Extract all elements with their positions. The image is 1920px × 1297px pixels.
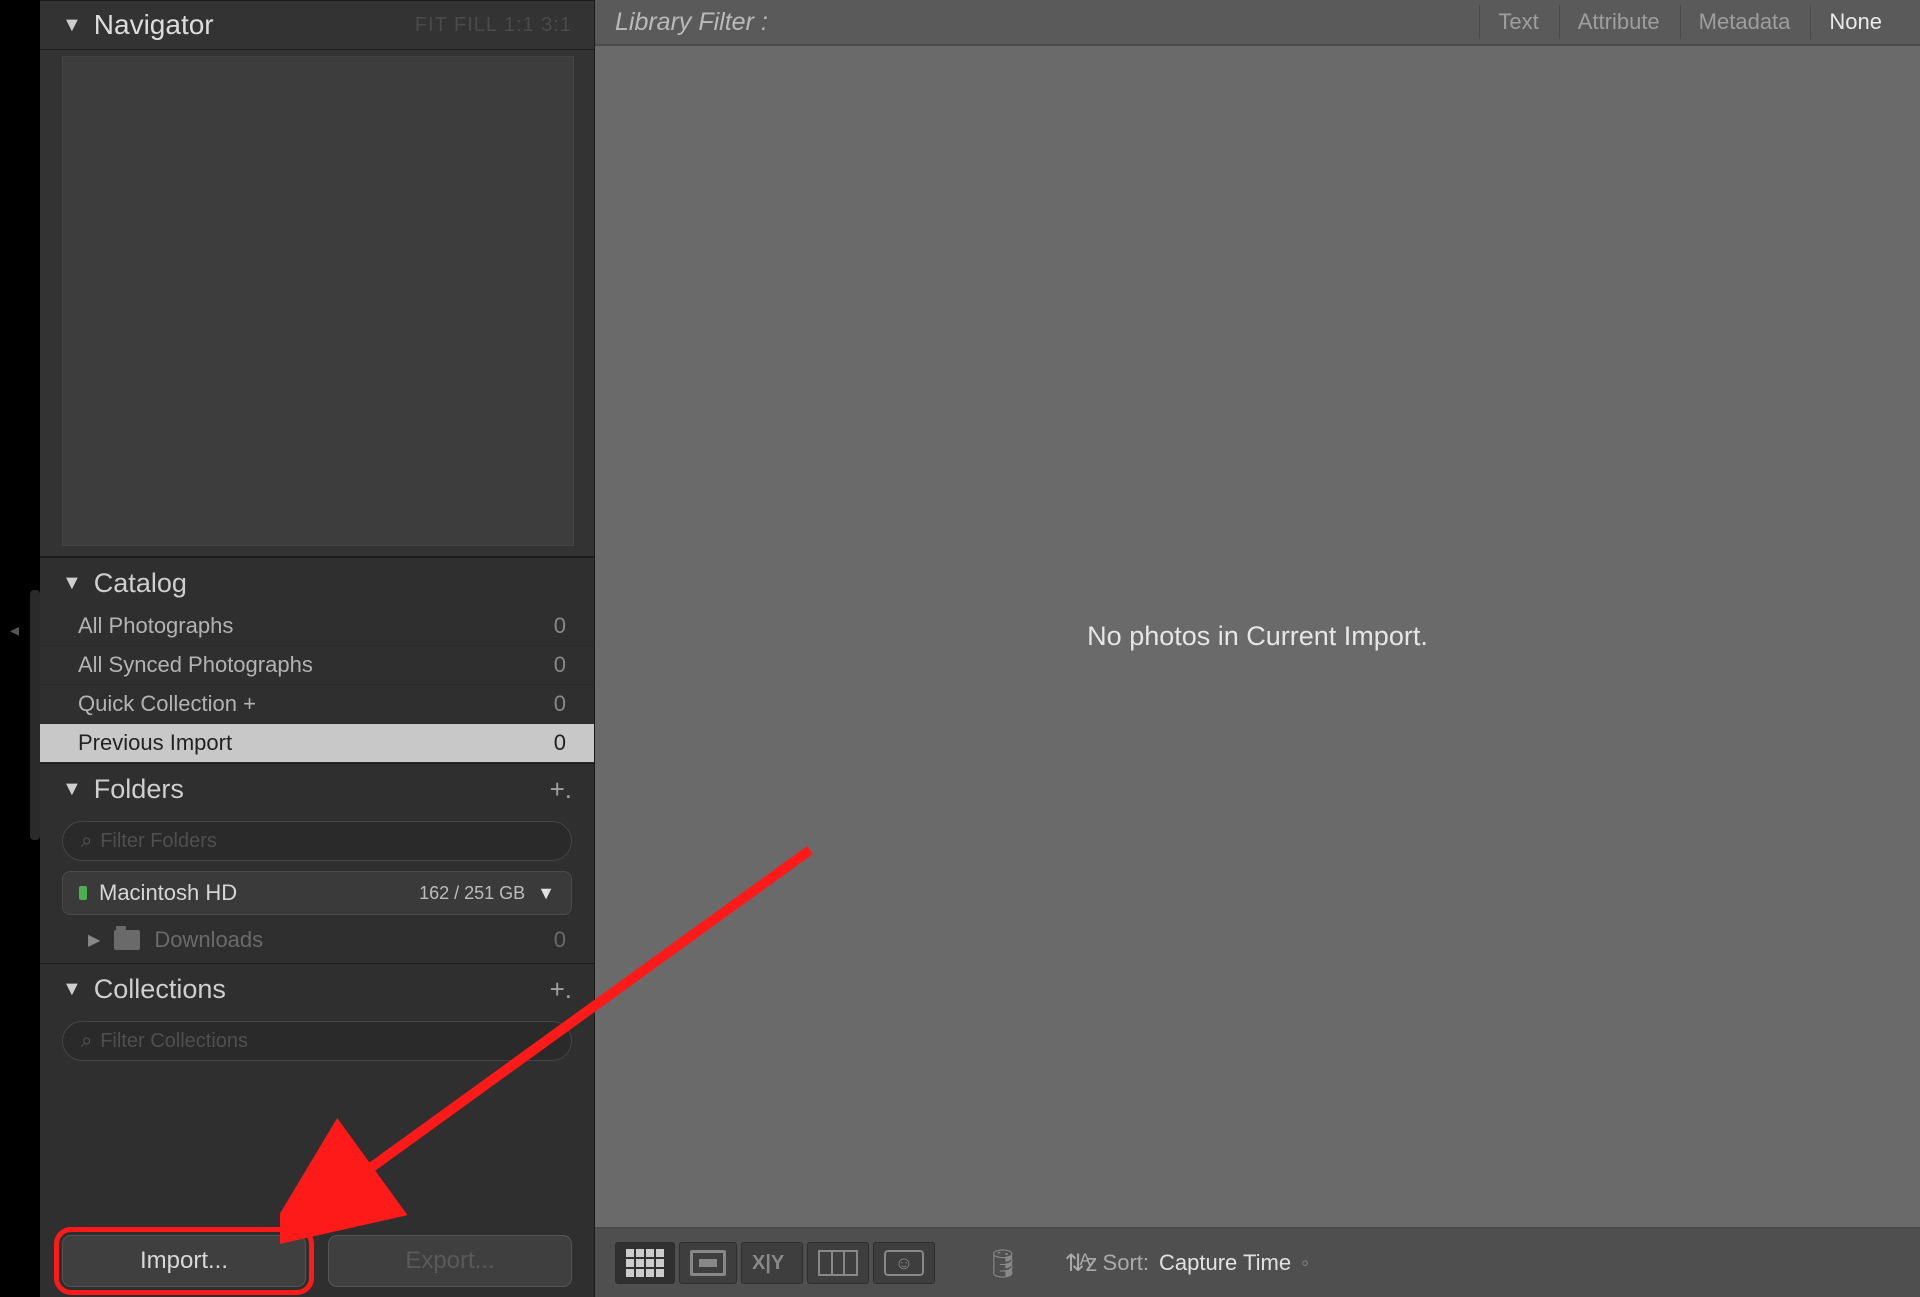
export-button-label: Export... <box>405 1247 494 1275</box>
catalog-item-count: 0 <box>554 613 566 639</box>
painter-tool-button[interactable]: 🛢 <box>975 1242 1031 1284</box>
volume-menu-icon[interactable]: ▼ <box>537 883 555 904</box>
catalog-item-count: 0 <box>554 730 566 756</box>
survey-view-button[interactable] <box>807 1242 869 1284</box>
collections-panel: ▼ Collections +. ⌕ Filter Collections <box>40 963 594 1071</box>
catalog-item-label: Quick Collection + <box>78 691 256 717</box>
filter-placeholder: Filter Collections <box>100 1030 248 1053</box>
people-view-button[interactable]: ☺ <box>873 1242 935 1284</box>
empty-state-message: No photos in Current Import. <box>1087 621 1428 652</box>
catalog-item-count: 0 <box>554 691 566 717</box>
import-button[interactable]: Import... <box>62 1235 306 1287</box>
loupe-view-button[interactable] <box>679 1242 737 1284</box>
catalog-item-previous-import[interactable]: Previous Import 0 <box>40 724 594 763</box>
library-area: Library Filter : Text Attribute Metadata… <box>595 0 1920 1297</box>
add-folder-icon[interactable]: +. <box>550 774 572 805</box>
sort-label: Sort: <box>1103 1250 1149 1276</box>
compare-view-button[interactable]: X|Y <box>741 1242 803 1284</box>
catalog-item-label: Previous Import <box>78 730 232 756</box>
import-button-label: Import... <box>140 1247 228 1275</box>
loupe-icon <box>690 1250 726 1276</box>
filter-placeholder: Filter Folders <box>100 830 217 853</box>
sort-value: Capture Time <box>1159 1250 1291 1276</box>
catalog-item-count: 0 <box>554 652 566 678</box>
filter-tab-text[interactable]: Text <box>1479 5 1556 39</box>
catalog-item-all-synced[interactable]: All Synced Photographs 0 <box>40 646 594 685</box>
panel-scroll-handle[interactable] <box>30 590 40 840</box>
library-filter-label: Library Filter : <box>615 8 768 37</box>
folder-icon <box>114 930 140 950</box>
library-filter-tabs: Text Attribute Metadata None <box>1479 5 1900 39</box>
filter-collections-input[interactable]: ⌕ Filter Collections <box>62 1021 572 1061</box>
grid-icon <box>626 1249 664 1277</box>
disclosure-triangle-icon: ▼ <box>62 778 82 801</box>
catalog-item-all-photographs[interactable]: All Photographs 0 <box>40 607 594 646</box>
collections-header[interactable]: ▼ Collections +. <box>40 964 594 1013</box>
folders-panel: ▼ Folders +. ⌕ Filter Folders Macintosh … <box>40 763 594 963</box>
navigator-zoom-levels[interactable]: FIT FILL 1:1 3:1 <box>415 14 572 37</box>
filter-tab-none[interactable]: None <box>1810 5 1900 39</box>
export-button[interactable]: Export... <box>328 1235 572 1287</box>
sort-control[interactable]: ⇅ᴬᴢ Sort: Capture Time ◦ <box>1065 1249 1309 1278</box>
catalog-title: Catalog <box>94 568 187 599</box>
disclosure-triangle-icon: ▶ <box>88 930 100 950</box>
navigator-header[interactable]: ▼ Navigator <box>62 9 214 41</box>
volume-status-icon <box>79 886 87 900</box>
compare-icon: X|Y <box>752 1252 792 1275</box>
folder-count: 0 <box>554 927 566 953</box>
survey-icon <box>818 1250 858 1276</box>
catalog-item-label: All Synced Photographs <box>78 652 313 678</box>
catalog-header[interactable]: ▼ Catalog <box>40 558 594 607</box>
spray-can-icon: 🛢 <box>985 1247 1021 1280</box>
library-filter-bar: Library Filter : Text Attribute Metadata… <box>595 0 1920 46</box>
collections-title: Collections <box>94 974 226 1005</box>
catalog-panel: ▼ Catalog All Photographs 0 All Synced P… <box>40 557 594 763</box>
filter-tab-metadata[interactable]: Metadata <box>1680 5 1809 39</box>
volume-size: 162 / 251 GB <box>419 883 525 904</box>
filter-folders-input[interactable]: ⌕ Filter Folders <box>62 821 572 861</box>
import-export-bar: Import... Export... <box>40 1223 594 1297</box>
grid-view-button[interactable] <box>615 1242 675 1284</box>
left-sidebar: ▼ Navigator FIT FILL 1:1 3:1 ▼ Catalog A… <box>40 0 595 1297</box>
folder-item-downloads[interactable]: ▶ Downloads 0 <box>40 921 594 963</box>
navigator-preview[interactable] <box>62 56 574 546</box>
volume-macintosh-hd[interactable]: Macintosh HD 162 / 251 GB ▼ <box>62 871 572 915</box>
navigator-panel: ▼ Navigator FIT FILL 1:1 3:1 <box>40 0 594 557</box>
sort-direction-icon[interactable]: ⇅ᴬᴢ <box>1065 1249 1093 1278</box>
people-icon: ☺ <box>884 1250 924 1276</box>
volume-name: Macintosh HD <box>99 880 407 906</box>
disclosure-triangle-icon: ▼ <box>62 14 82 37</box>
panel-collapse-arrow[interactable]: ◂ <box>10 620 19 641</box>
disclosure-triangle-icon: ▼ <box>62 978 82 1001</box>
disclosure-triangle-icon: ▼ <box>62 572 82 595</box>
filter-tab-attribute[interactable]: Attribute <box>1559 5 1678 39</box>
folders-header[interactable]: ▼ Folders +. <box>40 764 594 813</box>
chevron-icon: ◦ <box>1301 1250 1309 1276</box>
library-content: No photos in Current Import. <box>595 46 1920 1229</box>
add-collection-icon[interactable]: +. <box>550 974 572 1005</box>
catalog-item-quick-collection[interactable]: Quick Collection + 0 <box>40 685 594 724</box>
navigator-title: Navigator <box>94 9 214 41</box>
folders-title: Folders <box>94 774 184 805</box>
search-icon: ⌕ <box>81 1030 92 1053</box>
view-mode-group: X|Y ☺ <box>615 1242 935 1284</box>
search-icon: ⌕ <box>81 830 92 853</box>
catalog-item-label: All Photographs <box>78 613 233 639</box>
folder-label: Downloads <box>154 927 263 953</box>
library-toolbar: X|Y ☺ 🛢 ⇅ᴬᴢ Sort: Capture Time ◦ <box>595 1229 1920 1297</box>
